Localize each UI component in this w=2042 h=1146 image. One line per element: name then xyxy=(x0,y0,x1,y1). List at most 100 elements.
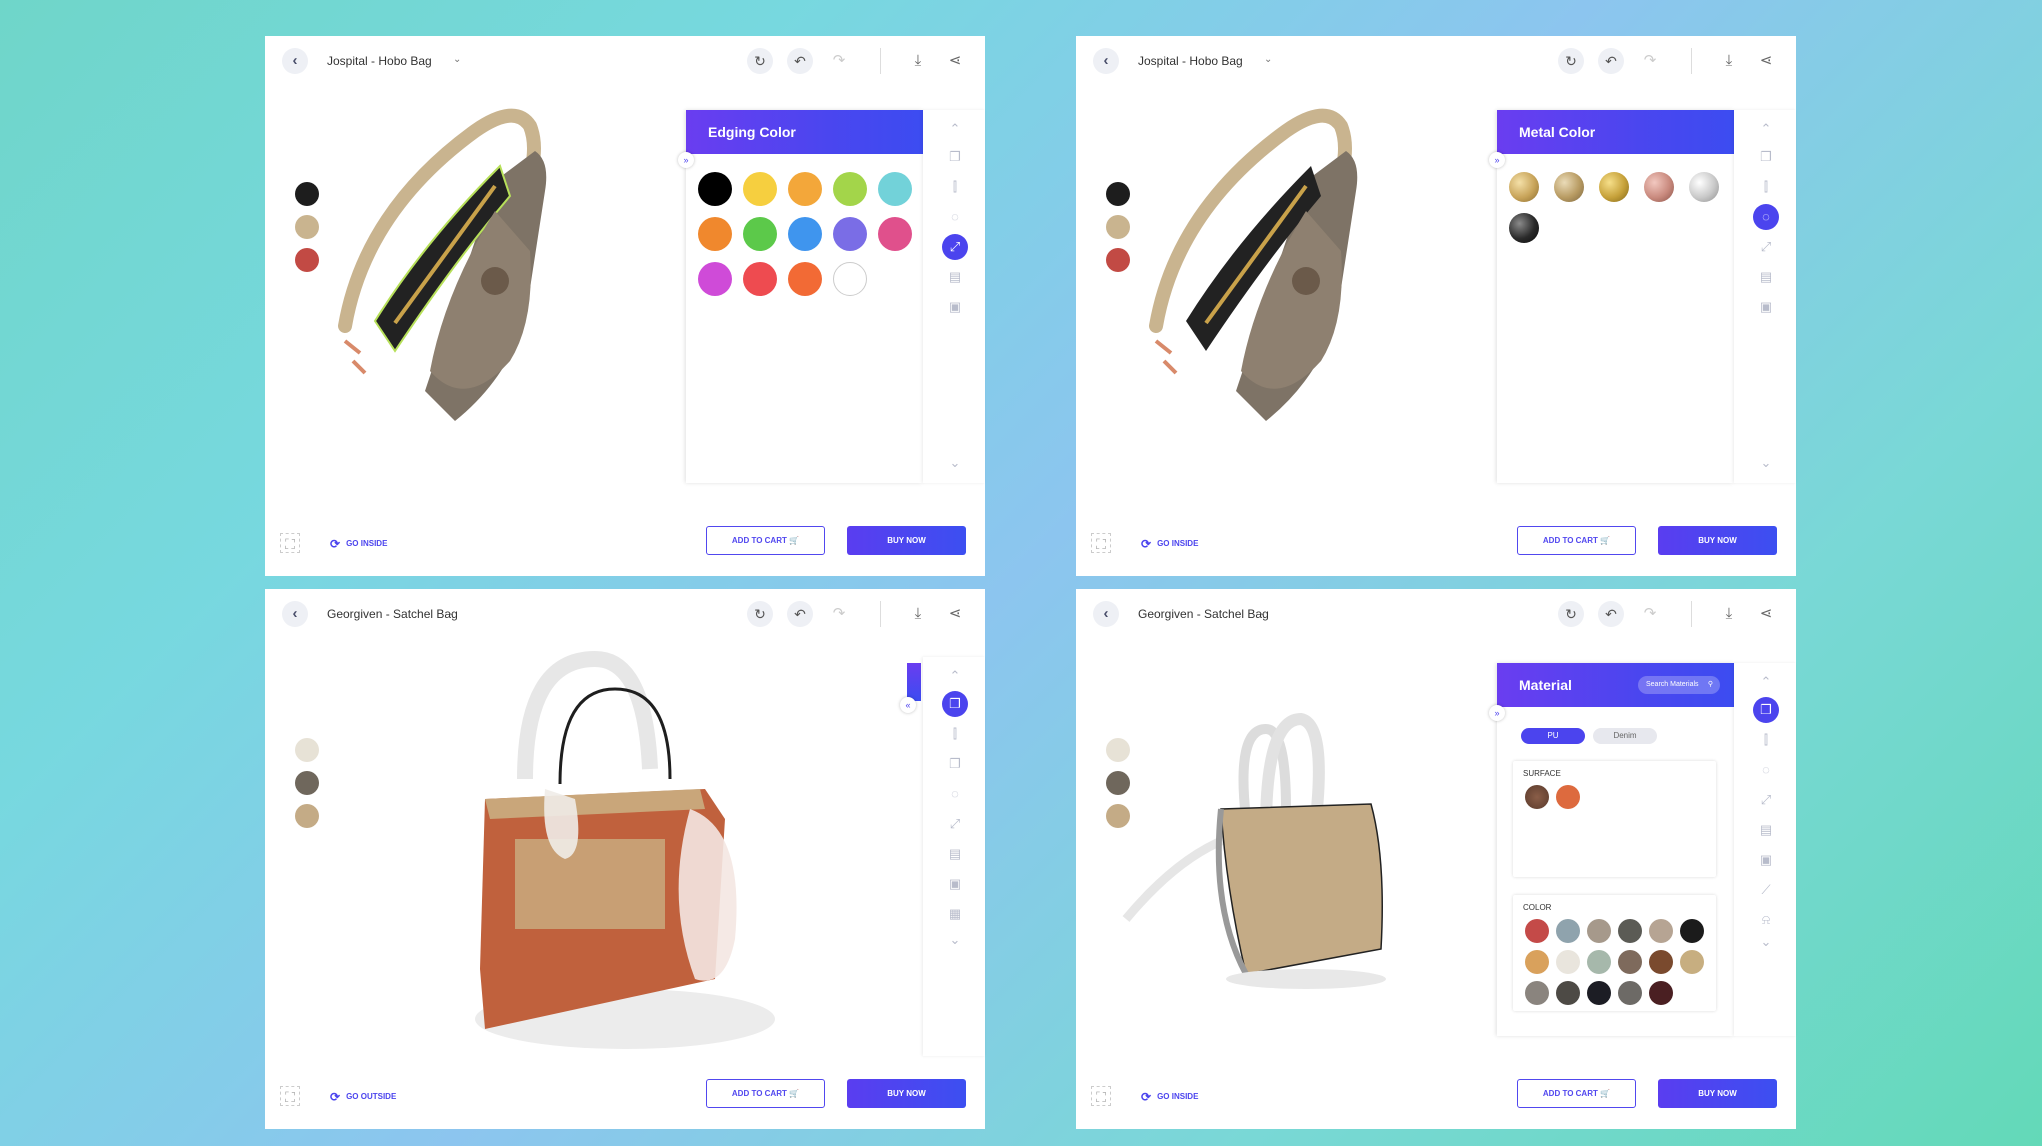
pattern-icon[interactable]: ▤ xyxy=(1753,264,1779,290)
image-icon[interactable]: ▣ xyxy=(942,294,968,320)
collapse-panel-icon[interactable]: » xyxy=(1489,705,1505,721)
image-icon[interactable]: ▣ xyxy=(942,871,968,897)
chevron-up-icon[interactable]: ⌃ xyxy=(1753,669,1779,695)
product-title[interactable]: Jospital - Hobo Bag xyxy=(327,54,432,68)
color-white[interactable] xyxy=(833,262,867,296)
download-icon[interactable]: ⤓ xyxy=(1716,601,1742,627)
surface-smooth[interactable] xyxy=(1556,785,1580,809)
material-color[interactable] xyxy=(1556,981,1580,1005)
redo-icon[interactable]: ↷ xyxy=(1637,48,1663,74)
color-lime[interactable] xyxy=(833,172,867,206)
color-green[interactable] xyxy=(743,217,777,251)
swatch-red[interactable] xyxy=(295,248,319,272)
material-color[interactable] xyxy=(1680,919,1704,943)
chevron-up-icon[interactable]: ⌃ xyxy=(942,663,968,689)
redo-icon[interactable]: ↷ xyxy=(826,601,852,627)
reset-icon[interactable]: ↻ xyxy=(747,601,773,627)
buy-now-button[interactable]: BUY NOW xyxy=(847,1079,966,1108)
metal-gunmetal[interactable] xyxy=(1509,213,1539,243)
material-color[interactable] xyxy=(1525,981,1549,1005)
back-arrow-icon[interactable]: ‹ xyxy=(1093,601,1119,627)
image-icon[interactable]: ▣ xyxy=(1753,294,1779,320)
chevron-down-icon[interactable]: ⌄ xyxy=(942,450,968,476)
metal-icon[interactable]: ◌ xyxy=(1753,757,1779,783)
expand-panel-icon[interactable]: « xyxy=(900,697,916,713)
chevron-down-icon[interactable]: ⌄ xyxy=(1258,607,1266,618)
zipper-icon[interactable]: ⫿ xyxy=(1753,727,1779,753)
collapse-panel-icon[interactable]: » xyxy=(678,152,694,168)
product-title[interactable]: Georgiven - Satchel Bag xyxy=(327,607,458,621)
color-red-orange[interactable] xyxy=(788,262,822,296)
material-color[interactable] xyxy=(1587,950,1611,974)
undo-icon[interactable]: ↶ xyxy=(1598,601,1624,627)
tab-pu[interactable]: PU xyxy=(1521,728,1585,744)
material-color[interactable] xyxy=(1587,981,1611,1005)
metal-rose-gold[interactable] xyxy=(1644,172,1674,202)
reset-icon[interactable]: ↻ xyxy=(747,48,773,74)
undo-icon[interactable]: ↶ xyxy=(787,48,813,74)
material-color[interactable] xyxy=(1618,981,1642,1005)
edging-icon[interactable]: ⤢ xyxy=(942,234,968,260)
metal-antique-gold[interactable] xyxy=(1554,172,1584,202)
chevron-up-icon[interactable]: ⌃ xyxy=(1753,116,1779,142)
satchel-bag-inside-view[interactable] xyxy=(445,649,785,1069)
pattern-icon[interactable]: ▤ xyxy=(1753,817,1779,843)
chevron-down-icon[interactable]: ⌄ xyxy=(453,54,461,65)
fullscreen-icon[interactable]: ⛶ xyxy=(280,533,300,553)
color-violet[interactable] xyxy=(833,217,867,251)
reset-icon[interactable]: ↻ xyxy=(1558,601,1584,627)
collapse-panel-icon[interactable]: » xyxy=(1489,152,1505,168)
buy-now-button[interactable]: BUY NOW xyxy=(1658,1079,1777,1108)
metal-icon[interactable]: ◌ xyxy=(942,204,968,230)
fullscreen-icon[interactable]: ⛶ xyxy=(1091,1086,1111,1106)
color-magenta[interactable] xyxy=(698,262,732,296)
metal-silver[interactable] xyxy=(1689,172,1719,202)
material-color[interactable] xyxy=(1618,950,1642,974)
material-color[interactable] xyxy=(1525,919,1549,943)
chevron-down-icon[interactable]: ⌄ xyxy=(1753,450,1779,476)
add-to-cart-button[interactable]: ADD TO CART 🛒 xyxy=(706,1079,825,1108)
color-blue[interactable] xyxy=(788,217,822,251)
go-inside-toggle[interactable]: ⟳ GO INSIDE xyxy=(330,537,387,551)
share-icon[interactable]: ⋖ xyxy=(942,601,968,627)
pattern-icon[interactable]: ▤ xyxy=(942,841,968,867)
redo-icon[interactable]: ↷ xyxy=(1637,601,1663,627)
undo-icon[interactable]: ↶ xyxy=(1598,48,1624,74)
redo-icon[interactable]: ↷ xyxy=(826,48,852,74)
back-arrow-icon[interactable]: ‹ xyxy=(282,601,308,627)
reset-icon[interactable]: ↻ xyxy=(1558,48,1584,74)
chevron-down-icon[interactable]: ⌄ xyxy=(942,927,968,953)
material-color[interactable] xyxy=(1680,950,1704,974)
edging-icon[interactable]: ⤢ xyxy=(1753,787,1779,813)
share-icon[interactable]: ⋖ xyxy=(942,48,968,74)
color-pink[interactable] xyxy=(878,217,912,251)
material-icon[interactable]: ❐ xyxy=(942,691,968,717)
surface-croc[interactable] xyxy=(1525,785,1549,809)
material-color[interactable] xyxy=(1587,919,1611,943)
fullscreen-icon[interactable]: ⛶ xyxy=(280,1086,300,1106)
lining-icon[interactable]: ▦ xyxy=(942,901,968,927)
color-yellow[interactable] xyxy=(743,172,777,206)
zipper-icon[interactable]: ⫿ xyxy=(942,174,968,200)
swatch-beige[interactable] xyxy=(1106,215,1130,239)
go-outside-toggle[interactable]: ⟳ GO OUTSIDE xyxy=(330,1090,396,1104)
color-cyan[interactable] xyxy=(878,172,912,206)
color-orange[interactable] xyxy=(698,217,732,251)
add-to-cart-button[interactable]: ADD TO CART 🛒 xyxy=(706,526,825,555)
material-color[interactable] xyxy=(1618,919,1642,943)
metal-icon[interactable]: ◌ xyxy=(1753,204,1779,230)
chevron-down-icon[interactable]: ⌄ xyxy=(447,607,455,618)
hobo-bag-3d-view[interactable] xyxy=(335,91,685,511)
satchel-bag-3d-view[interactable] xyxy=(1116,709,1436,1009)
swatch-beige[interactable] xyxy=(295,215,319,239)
layers-icon[interactable]: ❐ xyxy=(1753,144,1779,170)
download-icon[interactable]: ⤓ xyxy=(905,601,931,627)
swatch-cream[interactable] xyxy=(295,738,319,762)
chevron-down-icon[interactable]: ⌄ xyxy=(1753,929,1779,955)
chevron-down-icon[interactable]: ⌄ xyxy=(1264,54,1272,65)
strap-icon[interactable]: ⟋ xyxy=(1753,877,1779,903)
tab-denim[interactable]: Denim xyxy=(1593,728,1657,744)
share-icon[interactable]: ⋖ xyxy=(1753,601,1779,627)
material-color[interactable] xyxy=(1649,981,1673,1005)
go-inside-toggle[interactable]: ⟳ GO INSIDE xyxy=(1141,1090,1198,1104)
